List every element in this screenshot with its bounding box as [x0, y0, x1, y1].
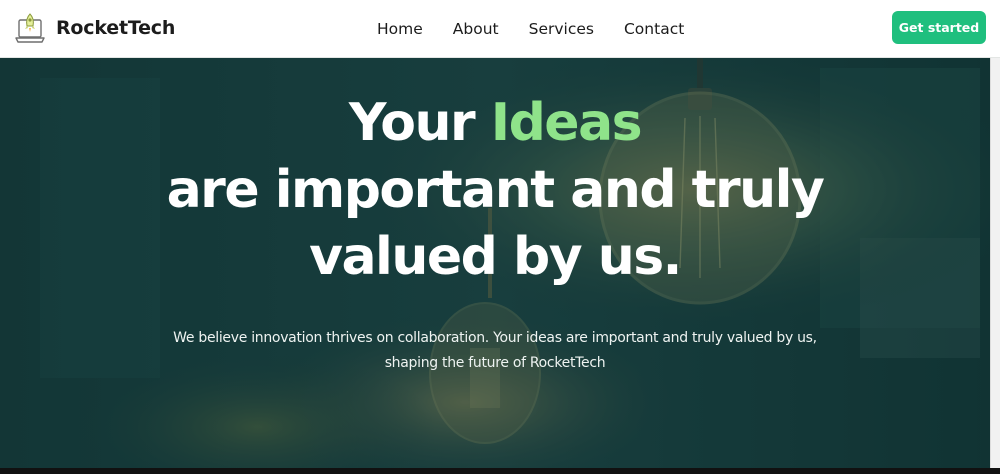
hero-title-part1: Your — [348, 93, 491, 153]
hero-subtitle: We believe innovation thrives on collabo… — [145, 326, 845, 376]
hero-section: Your Ideas are important and truly value… — [0, 58, 990, 468]
navbar: RocketTech Home About Services Contact G… — [0, 0, 1000, 58]
hero-title-line1: Your Ideas — [348, 93, 643, 153]
hero-subtitle-line2: shaping the future of RocketTech — [384, 355, 606, 371]
hero-content: Your Ideas are important and truly value… — [0, 58, 990, 468]
hero-title-accent: Ideas — [490, 93, 643, 153]
hero-subtitle-line1: We believe innovation thrives on collabo… — [173, 330, 817, 346]
get-started-button[interactable]: Get started — [892, 11, 986, 44]
brand-name: RocketTech — [56, 17, 176, 39]
nav-contact[interactable]: Contact — [609, 20, 699, 38]
brand-link[interactable]: RocketTech — [14, 11, 175, 45]
hero-title-line3: valued by us. — [309, 227, 682, 287]
main-nav: Home About Services Contact — [362, 0, 699, 58]
hero-title: Your Ideas are important and truly value… — [0, 90, 990, 291]
nav-home[interactable]: Home — [362, 20, 438, 38]
nav-about[interactable]: About — [438, 20, 514, 38]
scrollbar-track[interactable] — [990, 58, 1000, 468]
laptop-rocket-icon — [15, 13, 45, 43]
hero-title-line2: are important and truly — [166, 160, 825, 220]
nav-services[interactable]: Services — [514, 20, 609, 38]
page: RocketTech Home About Services Contact G… — [0, 0, 1000, 474]
bottom-edge — [0, 468, 1000, 474]
